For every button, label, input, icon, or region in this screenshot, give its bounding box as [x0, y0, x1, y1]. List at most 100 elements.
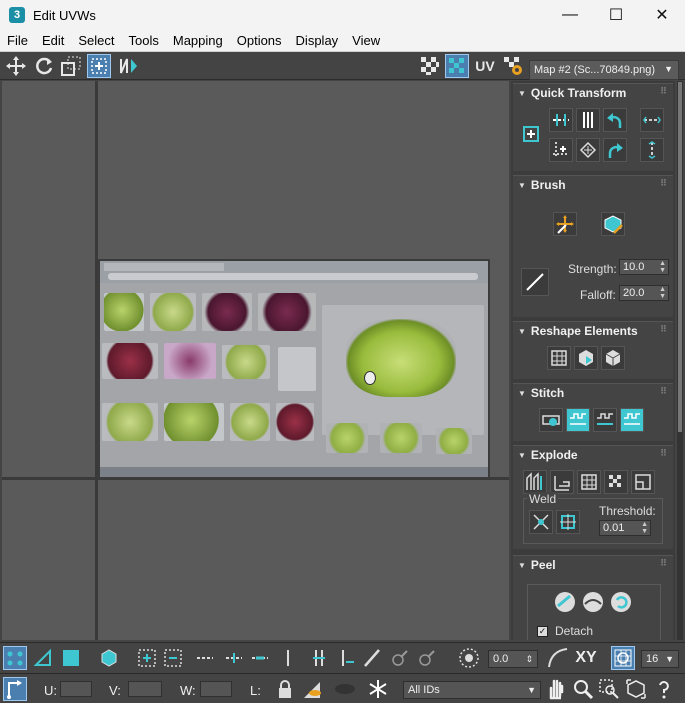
- stitch-target-icon[interactable]: [620, 408, 644, 432]
- peel-mode-icon[interactable]: [581, 590, 605, 614]
- freeform-icon[interactable]: [87, 54, 111, 78]
- stitch-header[interactable]: ▼ Stitch ⠿: [513, 384, 673, 402]
- w-field[interactable]: [200, 681, 232, 697]
- freeze-icon[interactable]: [366, 677, 390, 701]
- falloff-type-icon[interactable]: [546, 646, 570, 670]
- straighten-elements-icon[interactable]: [601, 346, 625, 370]
- menu-file[interactable]: File: [0, 33, 35, 48]
- rotate-ccw-icon[interactable]: [603, 108, 627, 132]
- menu-view[interactable]: View: [345, 33, 387, 48]
- map-dropdown[interactable]: Map #2 (Sc...70849.png) ▼: [529, 60, 679, 80]
- filter-icon[interactable]: [333, 677, 357, 701]
- stitch-custom-icon[interactable]: [539, 408, 563, 432]
- explode-by-smoothing-icon[interactable]: [550, 470, 574, 494]
- paint-select-icon[interactable]: [360, 646, 384, 670]
- rotate-cw-icon[interactable]: [603, 138, 627, 162]
- explode-header[interactable]: ▼ Explode ⠿: [513, 446, 673, 464]
- window-title: Edit UVWs: [33, 7, 96, 23]
- falloff-curve-icon[interactable]: [521, 268, 549, 296]
- shrink-selection-icon[interactable]: [161, 646, 185, 670]
- space-vertical-icon[interactable]: [640, 138, 664, 162]
- pan-icon[interactable]: [544, 677, 568, 701]
- ids-dropdown[interactable]: All IDs ▼: [403, 681, 541, 699]
- align-corner-icon[interactable]: [549, 138, 573, 162]
- vertex-select-icon[interactable]: [3, 646, 27, 670]
- menu-display[interactable]: Display: [289, 33, 346, 48]
- menu-mapping[interactable]: Mapping: [166, 33, 230, 48]
- strength-spinner[interactable]: 10.0 ▲ ▼: [619, 259, 669, 275]
- relax-elements-icon[interactable]: [574, 346, 598, 370]
- soft-selection-icon[interactable]: [457, 646, 481, 670]
- weld-target-icon[interactable]: [556, 510, 580, 534]
- angle-spinner[interactable]: 0.0 ⇕: [488, 650, 538, 668]
- falloff-spinner[interactable]: 20.0 ▲ ▼: [619, 285, 669, 301]
- scale-icon[interactable]: [59, 54, 83, 78]
- stitch-average-icon[interactable]: [593, 408, 617, 432]
- align-horizontal-icon[interactable]: [549, 108, 573, 132]
- menu-tools[interactable]: Tools: [122, 33, 166, 48]
- zoom-extents-icon[interactable]: [624, 677, 648, 701]
- flatten-icon[interactable]: [604, 470, 628, 494]
- paint-grow-icon[interactable]: [388, 646, 412, 670]
- absolute-offset-icon[interactable]: [3, 677, 27, 701]
- relax-brush-icon[interactable]: [601, 212, 625, 236]
- tool-panel: ▼ Quick Transform ⠿ ▼ Brush ⠿ Strength: …: [511, 81, 675, 640]
- lock-icon[interactable]: [273, 677, 297, 701]
- grow-selection-icon[interactable]: [135, 646, 159, 670]
- uv-viewport[interactable]: [2, 81, 509, 640]
- ring-select-icon[interactable]: [276, 646, 300, 670]
- move-icon[interactable]: [4, 54, 28, 78]
- paint-shrink-icon[interactable]: [415, 646, 439, 670]
- threshold-label: Threshold:: [599, 504, 656, 518]
- straighten-icon[interactable]: [576, 138, 600, 162]
- help-icon[interactable]: [652, 677, 676, 701]
- menu-edit[interactable]: Edit: [35, 33, 71, 48]
- reshape-header[interactable]: ▼ Reshape Elements ⠿: [513, 322, 673, 340]
- face-select-icon[interactable]: [59, 646, 83, 670]
- ring-grow-icon[interactable]: [307, 646, 331, 670]
- loop-grow-icon[interactable]: [222, 646, 246, 670]
- stitch-source-icon[interactable]: [566, 408, 590, 432]
- element-select-icon[interactable]: [97, 646, 121, 670]
- u-field[interactable]: [60, 681, 92, 697]
- zoom-region-icon[interactable]: [597, 677, 621, 701]
- align-vertical-icon[interactable]: [576, 108, 600, 132]
- rotate-icon[interactable]: [32, 54, 56, 78]
- menu-options[interactable]: Options: [230, 33, 289, 48]
- grid-snap-icon[interactable]: [611, 646, 635, 670]
- quick-peel-icon[interactable]: [553, 590, 577, 614]
- loop-shrink-icon[interactable]: [248, 646, 272, 670]
- weld-selected-icon[interactable]: [529, 510, 553, 534]
- uv-toggle-button[interactable]: UV: [473, 54, 497, 78]
- reset-peel-icon[interactable]: [609, 590, 633, 614]
- explode-by-material-icon[interactable]: [577, 470, 601, 494]
- texture-display-icon[interactable]: [445, 54, 469, 78]
- peel-header[interactable]: ▼ Peel ⠿: [513, 556, 673, 574]
- snap-pivot-icon[interactable]: [519, 122, 543, 146]
- brush-header[interactable]: ▼ Brush ⠿: [513, 176, 673, 194]
- quick-transform-header[interactable]: ▼ Quick Transform ⠿: [513, 84, 673, 102]
- maximize-button[interactable]: ☐: [593, 0, 639, 30]
- menu-select[interactable]: Select: [71, 33, 121, 48]
- close-button[interactable]: ✕: [639, 0, 685, 30]
- mirror-icon[interactable]: [117, 54, 141, 78]
- loop-select-icon[interactable]: [193, 646, 217, 670]
- threshold-spinner[interactable]: 0.01 ▲ ▼: [599, 520, 651, 536]
- minimize-button[interactable]: —: [547, 0, 593, 30]
- panel-scroll-thumb[interactable]: [678, 82, 682, 432]
- grid-elements-icon[interactable]: [547, 346, 571, 370]
- edge-select-icon[interactable]: [31, 646, 55, 670]
- explode-by-polygon-icon[interactable]: [523, 470, 547, 494]
- map-settings-icon[interactable]: [501, 54, 525, 78]
- grid-size-dropdown[interactable]: 16 ▼: [641, 650, 679, 668]
- v-field[interactable]: [128, 681, 162, 697]
- zoom-icon[interactable]: [571, 677, 595, 701]
- space-horizontal-icon[interactable]: [640, 108, 664, 132]
- detach-checkbox[interactable]: ✓: [537, 626, 548, 637]
- checker-icon[interactable]: [418, 54, 442, 78]
- paint-move-icon[interactable]: [553, 212, 577, 236]
- hide-icon[interactable]: [300, 677, 324, 701]
- break-icon[interactable]: [631, 470, 655, 494]
- ring-shrink-icon[interactable]: [334, 646, 358, 670]
- xy-space-button[interactable]: XY: [574, 646, 598, 670]
